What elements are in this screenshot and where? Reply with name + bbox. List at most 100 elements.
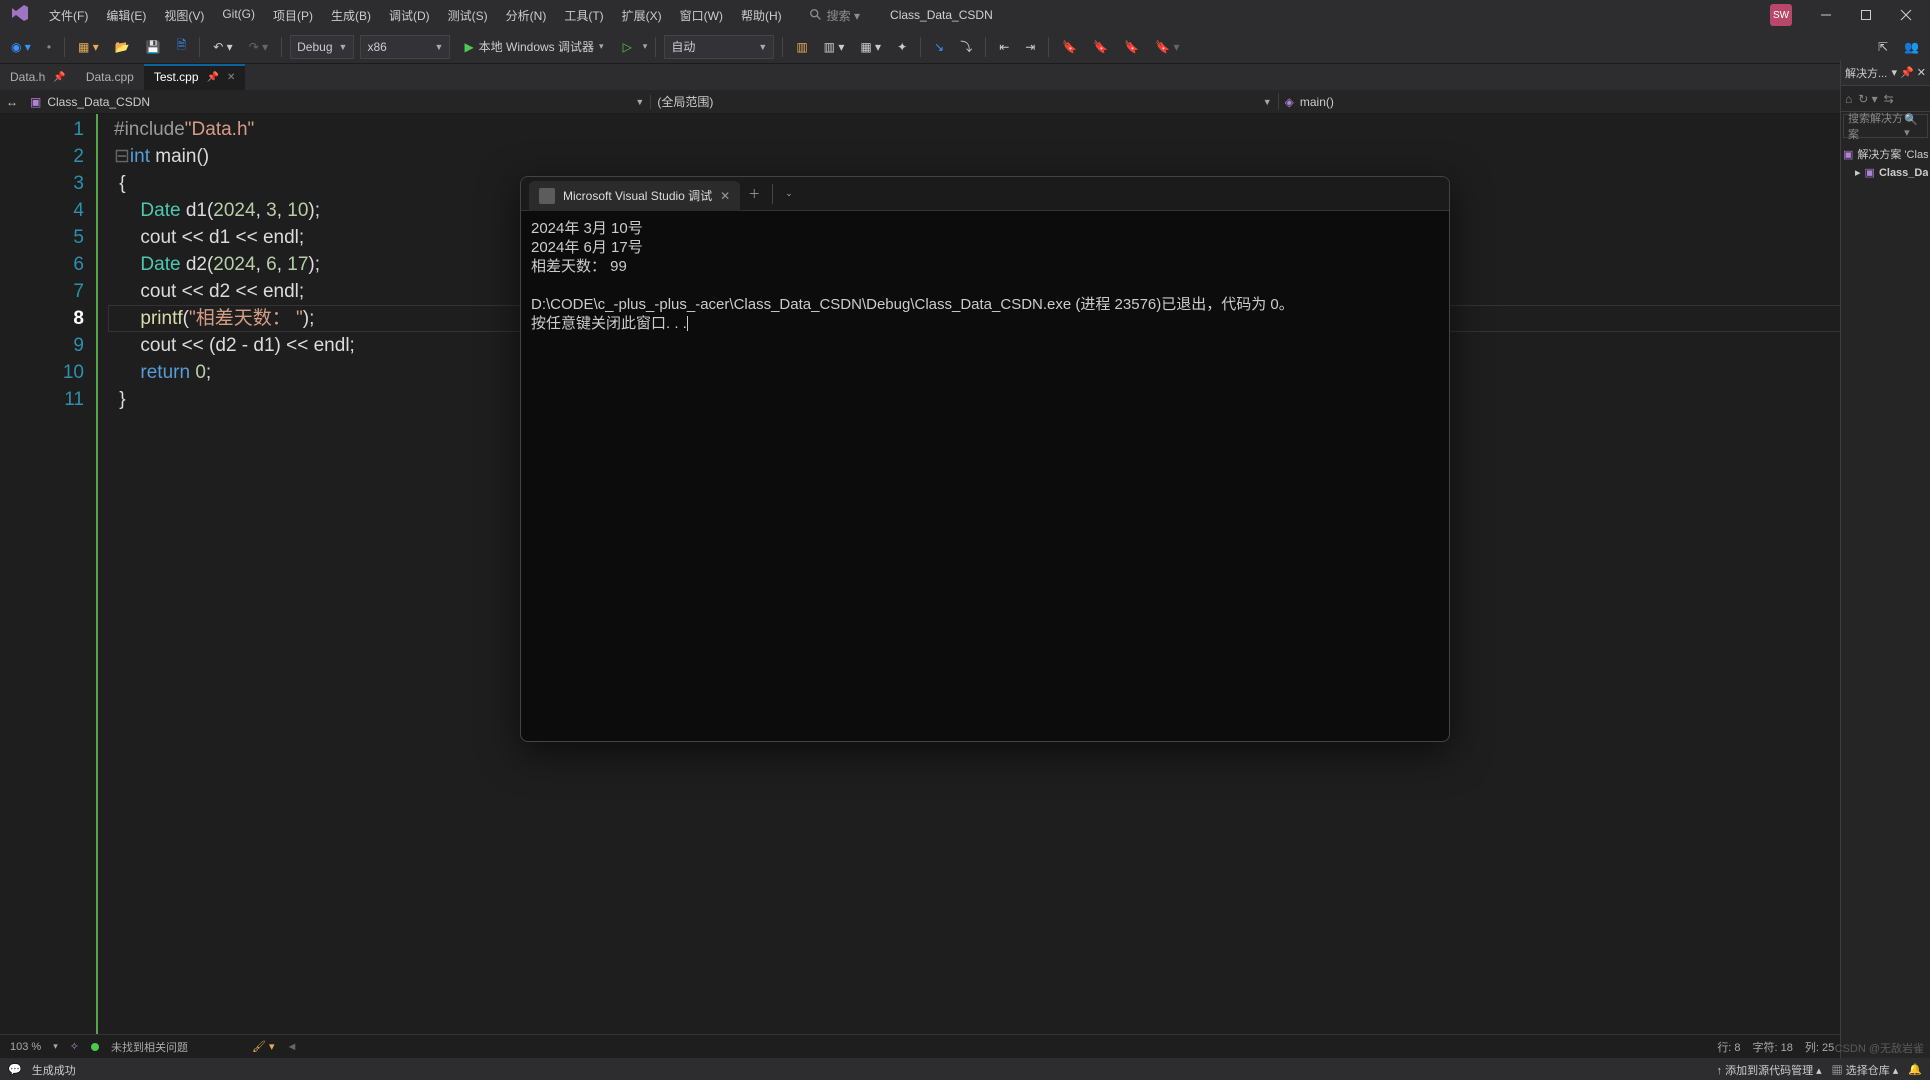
bookmark-more-icon[interactable]: 🔖 ▾: [1150, 37, 1184, 57]
config-dropdown[interactable]: Debug▼: [290, 35, 354, 59]
menu-build[interactable]: 生成(B): [322, 1, 380, 30]
main-toolbar: ◉ ▾ • ▦ ▾ 📂 💾 🗎 ↶ ▾ ↷ ▾ Debug▼ x86▼ ▶本地 …: [0, 30, 1930, 64]
status-bar: 💬 生成成功 ↑ 添加到源代码管理 ▴ ▦ 选择仓库 ▴ 🔔: [0, 1058, 1930, 1080]
menu-test[interactable]: 测试(S): [439, 1, 497, 30]
console-output[interactable]: 2024年 3月 10号 2024年 6月 17号 相差天数： 99 D:\CO…: [521, 211, 1449, 741]
pin-icon: 📌: [207, 72, 219, 83]
sol-sync-icon[interactable]: ⇆: [1884, 92, 1894, 106]
start-dropdown[interactable]: ▾: [643, 41, 648, 52]
cursor-line: 行: 8: [1717, 1039, 1740, 1055]
console-tab-dropdown-icon[interactable]: ⌄: [785, 188, 793, 199]
sol-refresh-icon[interactable]: ↻ ▾: [1858, 92, 1877, 106]
tb-icon-2[interactable]: ▥ ▾: [819, 37, 850, 57]
zoom-level[interactable]: 103 %: [10, 1041, 41, 1053]
bookmark-icon[interactable]: 🔖: [1057, 37, 1082, 57]
console-new-tab-icon[interactable]: ＋: [748, 185, 760, 202]
user-avatar[interactable]: SW: [1770, 4, 1792, 26]
title-bar: 文件(F) 编辑(E) 视图(V) Git(G) 项目(P) 生成(B) 调试(…: [0, 0, 1930, 30]
tab-data-cpp[interactable]: Data.cpp: [76, 64, 144, 90]
pin-icon: 📌: [53, 72, 65, 83]
menu-extensions[interactable]: 扩展(X): [613, 1, 671, 30]
brush-icon[interactable]: 🖌 ▾: [252, 1040, 275, 1053]
solution-search[interactable]: 搜索解决方案🔍 ▾: [1843, 114, 1928, 138]
step-into-icon[interactable]: ↘: [929, 37, 949, 57]
solution-project[interactable]: ▸ ▣Class_Data: [1843, 164, 1928, 181]
back-nav-button[interactable]: ◉ ▾: [6, 37, 36, 57]
vs-debug-icon: [539, 188, 555, 204]
indent-left-icon[interactable]: ⇤: [994, 37, 1014, 57]
tb-icon-4[interactable]: ✦: [892, 37, 912, 57]
menu-edit[interactable]: 编辑(E): [97, 1, 155, 30]
cursor-col: 列: 25: [1805, 1039, 1834, 1055]
solution-title: 解决方...: [1845, 65, 1887, 81]
start-debug-button[interactable]: ▶本地 Windows 调试器 ▾: [456, 36, 611, 57]
auto-dropdown[interactable]: 自动▼: [664, 35, 774, 59]
sol-home-icon[interactable]: ⌂: [1845, 92, 1852, 106]
main-menu: 文件(F) 编辑(E) 视图(V) Git(G) 项目(P) 生成(B) 调试(…: [40, 1, 791, 30]
live-share-icon[interactable]: 👥: [1899, 37, 1924, 57]
nav-scope-dropdown[interactable]: (全局范围)▼: [651, 93, 1278, 110]
project-name: Class_Data_CSDN: [890, 8, 993, 22]
tb-icon-1[interactable]: ▥: [791, 37, 812, 57]
menu-view[interactable]: 视图(V): [155, 1, 213, 30]
solution-toolbar: ⌂ ↻ ▾ ⇆: [1841, 86, 1930, 112]
vs-logo-icon: [10, 3, 34, 27]
bookmark-prev-icon[interactable]: 🔖: [1088, 37, 1113, 57]
menu-project[interactable]: 项目(P): [264, 1, 322, 30]
redo-button[interactable]: ↷ ▾: [244, 37, 273, 57]
forward-nav-button[interactable]: •: [42, 37, 56, 57]
notifications-icon[interactable]: 🔔: [1908, 1063, 1922, 1076]
watermark: CSDN @无敌岩雀: [1835, 1040, 1924, 1056]
step-over-icon[interactable]: ⤵: [955, 35, 977, 58]
tb-icon-3[interactable]: ▦ ▾: [855, 37, 886, 57]
ok-dot-icon: [91, 1043, 99, 1051]
save-button[interactable]: 💾: [141, 37, 166, 57]
output-icon[interactable]: 💬: [8, 1063, 22, 1076]
minimize-button[interactable]: [1806, 1, 1846, 29]
solution-root[interactable]: ▣解决方案 'Clas: [1843, 144, 1928, 164]
menu-analyze[interactable]: 分析(N): [497, 1, 556, 30]
change-margin: [96, 114, 108, 1034]
search-icon: [809, 8, 823, 22]
search-placeholder: 搜索 ▾: [827, 7, 860, 24]
close-button[interactable]: [1886, 1, 1926, 29]
share-icon[interactable]: ⇱: [1873, 37, 1893, 57]
console-tab-close-icon[interactable]: ✕: [720, 189, 730, 203]
tab-data-h[interactable]: Data.h📌: [0, 64, 76, 90]
split-icon[interactable]: ↔: [0, 95, 24, 109]
nav-project-dropdown[interactable]: ▣Class_Data_CSDN▼: [24, 95, 651, 109]
close-tab-icon[interactable]: ✕: [227, 72, 235, 83]
menu-file[interactable]: 文件(F): [40, 1, 97, 30]
menu-debug[interactable]: 调试(D): [380, 1, 439, 30]
indent-right-icon[interactable]: ⇥: [1020, 37, 1040, 57]
tab-test-cpp[interactable]: Test.cpp📌✕: [144, 64, 246, 90]
new-item-button[interactable]: ▦ ▾: [73, 37, 104, 57]
start-nodebug-button[interactable]: ▷: [618, 37, 637, 57]
code-nav-bar: ↔ ▣Class_Data_CSDN▼ (全局范围)▼ ◈main()▼ ＋: [0, 90, 1930, 114]
solution-explorer: 解决方...▾ 📌 ✕ ⌂ ↻ ▾ ⇆ 搜索解决方案🔍 ▾ ▣解决方案 'Cla…: [1840, 60, 1930, 1058]
undo-button[interactable]: ↶ ▾: [208, 37, 237, 57]
bookmark-next-icon[interactable]: 🔖: [1119, 37, 1144, 57]
console-tab-title: Microsoft Visual Studio 调试: [563, 187, 712, 204]
editor-tabs: Data.h📌 Data.cpp Test.cpp📌✕ ▼ ⚙: [0, 64, 1930, 90]
maximize-button[interactable]: [1846, 1, 1886, 29]
platform-dropdown[interactable]: x86▼: [360, 35, 450, 59]
menu-git[interactable]: Git(G): [213, 1, 264, 30]
editor-status-bar: 103 %▾ ✧ 未找到相关问题 🖌 ▾ ◄ 行: 8 字符: 18 列: 25…: [0, 1034, 1930, 1058]
console-tab[interactable]: Microsoft Visual Studio 调试 ✕: [529, 181, 740, 211]
menu-tools[interactable]: 工具(T): [555, 1, 612, 30]
line-gutter: 1 2 3 4 5 6 7 8 9 10 11: [0, 114, 96, 1034]
menu-window[interactable]: 窗口(W): [671, 1, 732, 30]
health-icon[interactable]: ✧: [70, 1040, 79, 1053]
open-button[interactable]: 📂: [110, 37, 135, 57]
menu-help[interactable]: 帮助(H): [732, 1, 791, 30]
cursor-char: 字符: 18: [1753, 1039, 1793, 1055]
search-box[interactable]: 搜索 ▾: [809, 7, 860, 24]
select-repo[interactable]: ▦ 选择仓库 ▴: [1832, 1062, 1899, 1078]
source-control[interactable]: ↑ 添加到源代码管理 ▴: [1717, 1062, 1822, 1078]
nav-func-dropdown[interactable]: ◈main()▼: [1279, 95, 1906, 109]
issues-text[interactable]: 未找到相关问题: [111, 1039, 188, 1055]
save-all-button[interactable]: 🗎: [172, 33, 192, 60]
build-status: 生成成功: [32, 1062, 76, 1078]
debug-console-window: Microsoft Visual Studio 调试 ✕ ＋ ⌄ 2024年 3…: [520, 176, 1450, 742]
